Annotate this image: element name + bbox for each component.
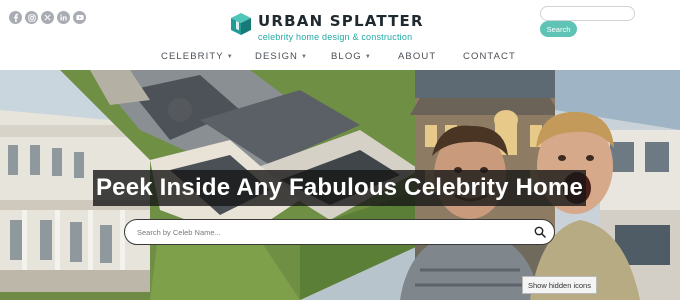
- site-tagline: celebrity home design & construction: [258, 32, 413, 42]
- logo-cube-icon: [231, 13, 251, 35]
- nav-item-design[interactable]: DESIGN ▼: [255, 51, 308, 62]
- nav-item-label: ABOUT: [398, 51, 437, 62]
- header-search-button[interactable]: Search: [540, 21, 577, 37]
- x-icon[interactable]: [41, 11, 54, 24]
- search-icon[interactable]: [534, 226, 546, 238]
- social-links: [9, 11, 86, 24]
- celeb-search-bar: [124, 219, 555, 245]
- show-hidden-icons-tooltip: Show hidden icons: [522, 276, 597, 294]
- main-nav: CELEBRITY ▼ DESIGN ▼ BLOG ▼ ABOUT CONTACT: [0, 51, 680, 65]
- nav-item-celebrity[interactable]: CELEBRITY ▼: [161, 51, 234, 62]
- site-logo[interactable]: URBAN SPLATTER celebrity home design & c…: [230, 12, 424, 43]
- nav-item-label: CONTACT: [463, 51, 516, 62]
- nav-item-label: BLOG: [331, 51, 362, 62]
- nav-item-blog[interactable]: BLOG ▼: [331, 51, 372, 62]
- facebook-icon[interactable]: [9, 11, 22, 24]
- nav-item-contact[interactable]: CONTACT: [463, 51, 516, 62]
- youtube-icon[interactable]: [73, 11, 86, 24]
- nav-item-label: CELEBRITY: [161, 51, 224, 62]
- celeb-search-input[interactable]: [137, 227, 517, 237]
- chevron-down-icon: ▼: [364, 53, 372, 60]
- hero-banner: Peek Inside Any Fabulous Celebrity Home …: [0, 70, 680, 300]
- hero-headline: Peek Inside Any Fabulous Celebrity Home: [93, 170, 586, 206]
- nav-item-label: DESIGN: [255, 51, 299, 62]
- linkedin-icon[interactable]: [57, 11, 70, 24]
- site-header: URBAN SPLATTER celebrity home design & c…: [0, 0, 680, 70]
- chevron-down-icon: ▼: [301, 53, 309, 60]
- nav-item-about[interactable]: ABOUT: [398, 51, 436, 62]
- header-search-input[interactable]: [540, 6, 635, 21]
- instagram-icon[interactable]: [25, 11, 38, 24]
- chevron-down-icon: ▼: [226, 53, 234, 60]
- site-title: URBAN SPLATTER: [258, 12, 424, 30]
